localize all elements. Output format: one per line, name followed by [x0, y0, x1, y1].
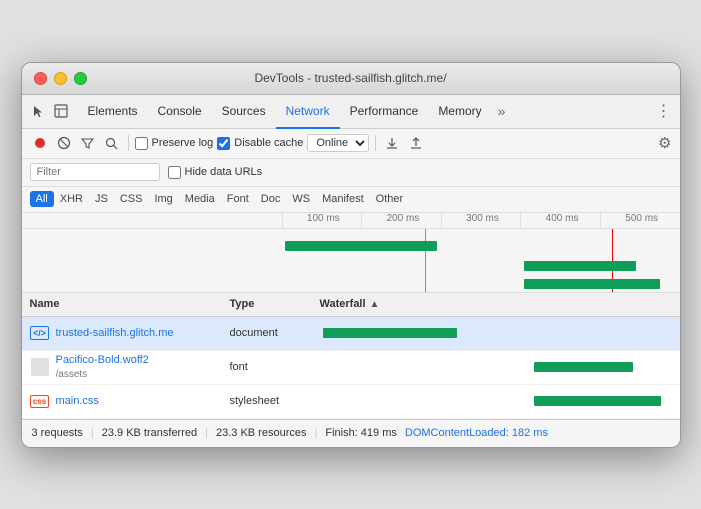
status-transferred: 23.9 KB transferred — [102, 427, 197, 439]
wf-bar-2 — [534, 362, 633, 372]
toolbar-separator-1 — [128, 135, 129, 151]
clear-button[interactable] — [54, 133, 74, 153]
status-requests: 3 requests — [32, 427, 83, 439]
hide-data-urls-label[interactable]: Hide data URLs — [168, 166, 263, 179]
tab-sources[interactable]: Sources — [212, 95, 276, 129]
type-btn-img[interactable]: Img — [148, 191, 178, 207]
type-btn-all[interactable]: All — [30, 191, 54, 207]
type-btn-other[interactable]: Other — [370, 191, 410, 207]
tab-elements[interactable]: Elements — [78, 95, 148, 129]
status-resources: 23.3 KB resources — [216, 427, 307, 439]
type-filter-bar: All XHR JS CSS Img Media Font Doc — [22, 187, 680, 213]
title-bar: DevTools - trusted-sailfish.glitch.me/ — [22, 63, 680, 95]
timeline-chart — [22, 229, 680, 293]
throttle-select[interactable]: Online — [307, 134, 369, 152]
timeline-domcontentloaded-line — [425, 229, 426, 293]
ruler-mark-200: 200 ms — [361, 213, 441, 228]
status-sep-2: | — [205, 427, 208, 439]
row-name-2: Pacifico-Bold.woff2 /assets — [56, 353, 230, 380]
status-finish: Finish: 419 ms — [325, 427, 397, 439]
more-tabs-button[interactable]: » — [494, 103, 510, 119]
record-button[interactable] — [30, 133, 50, 153]
settings-button[interactable]: ⚙ — [658, 134, 671, 152]
disable-cache-checkbox[interactable] — [217, 137, 230, 150]
type-btn-doc[interactable]: Doc — [255, 191, 287, 207]
nav-tabs: Elements Console Sources Network Perform… — [22, 95, 680, 129]
col-header-waterfall[interactable]: Waterfall ▲ — [320, 298, 672, 310]
tab-console[interactable]: Console — [148, 95, 212, 129]
row-type-2: font — [230, 361, 320, 373]
traffic-lights — [34, 72, 87, 85]
sort-arrow-icon: ▲ — [370, 299, 380, 310]
import-har-button[interactable] — [382, 133, 402, 153]
type-btn-js[interactable]: JS — [89, 191, 114, 207]
timeline-header: 100 ms 200 ms 300 ms 400 ms 500 ms — [22, 213, 680, 293]
tab-memory[interactable]: Memory — [428, 95, 491, 129]
minimize-button[interactable] — [54, 72, 67, 85]
maximize-button[interactable] — [74, 72, 87, 85]
filter-input[interactable] — [30, 163, 160, 181]
type-btn-ws[interactable]: WS — [286, 191, 316, 207]
filter-toggle-button[interactable] — [78, 133, 98, 153]
timeline-bars — [282, 229, 680, 293]
hide-data-urls-checkbox[interactable] — [168, 166, 181, 179]
status-sep-3: | — [314, 427, 317, 439]
timeline-bar-doc — [285, 241, 436, 251]
type-btn-font[interactable]: Font — [221, 191, 255, 207]
kebab-menu-button[interactable]: ⋮ — [656, 101, 672, 121]
wf-bar-3 — [534, 396, 661, 406]
devtools-body: Elements Console Sources Network Perform… — [22, 95, 680, 447]
table-row[interactable]: </> trusted-sailfish.glitch.me document — [22, 317, 680, 351]
row-waterfall-3 — [320, 385, 672, 418]
network-toolbar: Preserve log Disable cache Online — [22, 129, 680, 159]
type-btn-css[interactable]: CSS — [114, 191, 149, 207]
timeline-ruler: 100 ms 200 ms 300 ms 400 ms 500 ms — [22, 213, 680, 229]
disable-cache-label[interactable]: Disable cache — [217, 137, 303, 150]
row-waterfall-1 — [320, 317, 672, 350]
row-waterfall-2 — [320, 351, 672, 384]
wf-bar-1 — [323, 328, 457, 338]
close-button[interactable] — [34, 72, 47, 85]
type-btn-manifest[interactable]: Manifest — [316, 191, 370, 207]
timeline-bar-font — [524, 261, 635, 271]
tab-performance[interactable]: Performance — [340, 95, 429, 129]
preserve-log-label[interactable]: Preserve log — [135, 137, 214, 150]
timeline-bar-css — [524, 279, 659, 289]
cursor-icon[interactable] — [30, 102, 48, 120]
row-icon-css: css — [30, 391, 50, 411]
row-icon-font — [30, 357, 50, 377]
ruler-mark-100: 100 ms — [282, 213, 362, 228]
status-sep-1: | — [91, 427, 94, 439]
search-button[interactable] — [102, 133, 122, 153]
window-title: DevTools - trusted-sailfish.glitch.me/ — [254, 71, 446, 85]
row-name-1: trusted-sailfish.glitch.me — [56, 327, 230, 339]
type-btn-media[interactable]: Media — [179, 191, 221, 207]
ruler-mark-400: 400 ms — [520, 213, 600, 228]
status-domcontentloaded: DOMContentLoaded: 182 ms — [405, 427, 548, 439]
devtools-window: DevTools - trusted-sailfish.glitch.me/ E… — [21, 62, 681, 448]
row-type-3: stylesheet — [230, 395, 320, 407]
export-har-button[interactable] — [406, 133, 426, 153]
type-btn-xhr[interactable]: XHR — [54, 191, 89, 207]
ruler-mark-300: 300 ms — [441, 213, 521, 228]
row-name-3: main.css — [56, 395, 230, 407]
tab-network[interactable]: Network — [276, 95, 340, 129]
col-header-name[interactable]: Name — [30, 298, 230, 310]
row-type-1: document — [230, 327, 320, 339]
toolbar-separator-2 — [375, 135, 376, 151]
ruler-mark-500: 500 ms — [600, 213, 680, 228]
col-header-type[interactable]: Type — [230, 298, 320, 310]
status-bar: 3 requests | 23.9 KB transferred | 23.3 … — [22, 419, 680, 447]
network-table: </> trusted-sailfish.glitch.me document … — [22, 317, 680, 419]
row-icon-html: </> — [30, 323, 50, 343]
table-row[interactable]: Pacifico-Bold.woff2 /assets font — [22, 351, 680, 385]
filter-bar: Hide data URLs — [22, 159, 680, 187]
inspector-icon[interactable] — [52, 102, 70, 120]
table-row[interactable]: css main.css stylesheet — [22, 385, 680, 419]
column-headers: Name Type Waterfall ▲ — [22, 293, 680, 317]
preserve-log-checkbox[interactable] — [135, 137, 148, 150]
